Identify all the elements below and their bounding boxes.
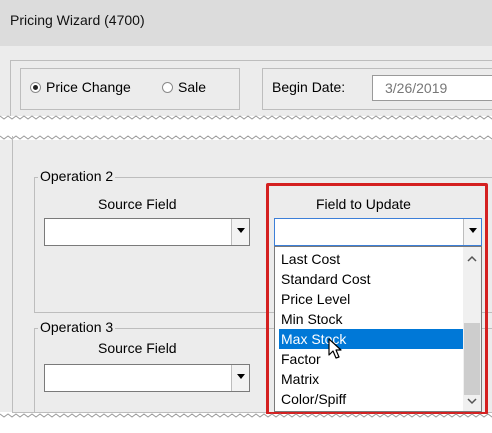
price-change-radio[interactable] (30, 82, 41, 93)
price-change-label[interactable]: Price Change (46, 79, 131, 95)
window-title: Pricing Wizard (4700) (10, 12, 145, 28)
sale-label[interactable]: Sale (178, 79, 206, 95)
chevron-down-icon (237, 374, 245, 379)
sale-radio[interactable] (162, 82, 173, 93)
operation2-label: Operation 2 (38, 168, 116, 184)
op3-source-field-dropdown-button[interactable] (231, 365, 249, 391)
op2-source-field-dropdown-button[interactable] (231, 219, 249, 245)
chevron-down-icon (237, 228, 245, 233)
op2-source-field-combo[interactable] (44, 218, 250, 246)
torn-edge-bottom (0, 413, 492, 433)
field-to-update-highlight (266, 183, 488, 415)
begin-date-input[interactable]: 3/26/2019 (372, 75, 492, 101)
operation3-label: Operation 3 (38, 319, 116, 335)
op3-source-field-combo[interactable] (44, 364, 250, 392)
op2-source-field-label: Source Field (98, 196, 177, 212)
begin-date-label: Begin Date: (272, 79, 346, 95)
op3-source-field-label: Source Field (98, 340, 177, 356)
begin-date-value: 3/26/2019 (385, 80, 448, 96)
